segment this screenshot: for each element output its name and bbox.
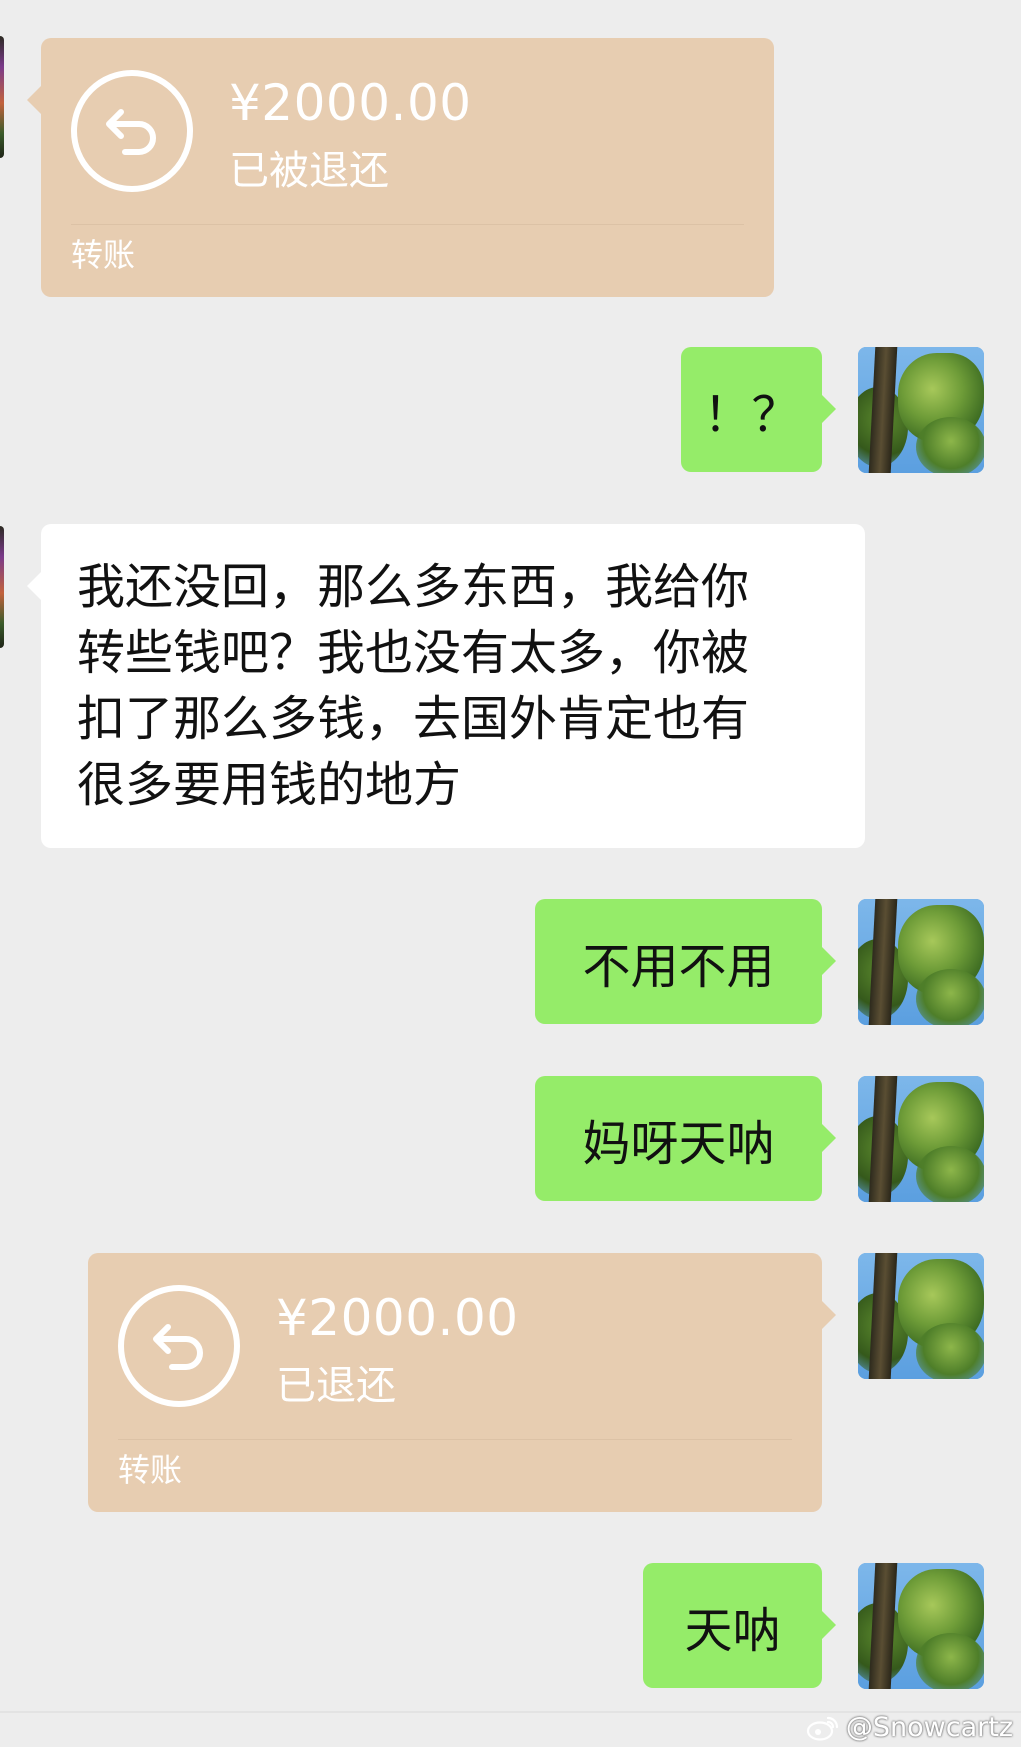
my-avatar[interactable] bbox=[858, 899, 984, 1025]
watermark: @Snowcartz bbox=[806, 1712, 1013, 1743]
refund-icon bbox=[118, 1285, 240, 1407]
transfer-amount: ¥2000.00 bbox=[276, 1289, 519, 1347]
transfer-status: 已被退还 bbox=[229, 148, 389, 194]
message-bubble-mine[interactable]: ！？ bbox=[681, 347, 836, 472]
message-text: 天呐 bbox=[684, 1602, 781, 1659]
message-text: 我还没回，那么多东西，我给你 转些钱吧？我也没有太多，你被 扣了那么多钱，去国外… bbox=[77, 554, 837, 818]
message-text: 不用不用 bbox=[582, 938, 775, 995]
transfer-card-outgoing[interactable]: ¥2000.00 已退还 转账 bbox=[88, 1253, 836, 1512]
transfer-status: 已退还 bbox=[276, 1363, 396, 1409]
message-text: 妈呀天呐 bbox=[582, 1115, 775, 1172]
bubble-tail bbox=[822, 947, 836, 975]
bubble-tail bbox=[822, 1301, 836, 1329]
divider bbox=[71, 224, 744, 225]
transfer-amount: ¥2000.00 bbox=[229, 74, 472, 132]
message-bubble-theirs[interactable]: 我还没回，那么多东西，我给你 转些钱吧？我也没有太多，你被 扣了那么多钱，去国外… bbox=[27, 524, 865, 848]
bubble-tail bbox=[822, 1611, 836, 1639]
watermark-text: @Snowcartz bbox=[845, 1712, 1013, 1743]
message-line: 转些钱吧？我也没有太多，你被 bbox=[77, 625, 750, 681]
divider bbox=[118, 1439, 792, 1440]
bubble-tail bbox=[822, 395, 836, 423]
transfer-card-incoming[interactable]: ¥2000.00 已被退还 转账 bbox=[27, 38, 774, 297]
transfer-label: 转账 bbox=[118, 1451, 183, 1489]
message-bubble-mine[interactable]: 妈呀天呐 bbox=[535, 1076, 836, 1201]
message-text: ！？ bbox=[703, 386, 800, 443]
my-avatar[interactable] bbox=[858, 1563, 984, 1689]
message-bubble-mine[interactable]: 不用不用 bbox=[535, 899, 836, 1024]
bubble-tail bbox=[27, 572, 41, 600]
message-line: 很多要用钱的地方 bbox=[77, 757, 462, 813]
contact-avatar[interactable] bbox=[0, 526, 4, 648]
contact-avatar[interactable] bbox=[0, 36, 4, 158]
message-line: 我还没回，那么多东西，我给你 bbox=[77, 559, 750, 615]
message-bubble-mine[interactable]: 天呐 bbox=[643, 1563, 836, 1688]
my-avatar[interactable] bbox=[858, 347, 984, 473]
weibo-icon bbox=[806, 1716, 838, 1741]
bubble-tail bbox=[27, 86, 41, 114]
message-line: 扣了那么多钱，去国外肯定也有 bbox=[77, 691, 750, 747]
refund-icon bbox=[71, 70, 193, 192]
my-avatar[interactable] bbox=[858, 1076, 984, 1202]
bubble-tail bbox=[822, 1124, 836, 1152]
my-avatar[interactable] bbox=[858, 1253, 984, 1379]
transfer-label: 转账 bbox=[71, 236, 136, 274]
